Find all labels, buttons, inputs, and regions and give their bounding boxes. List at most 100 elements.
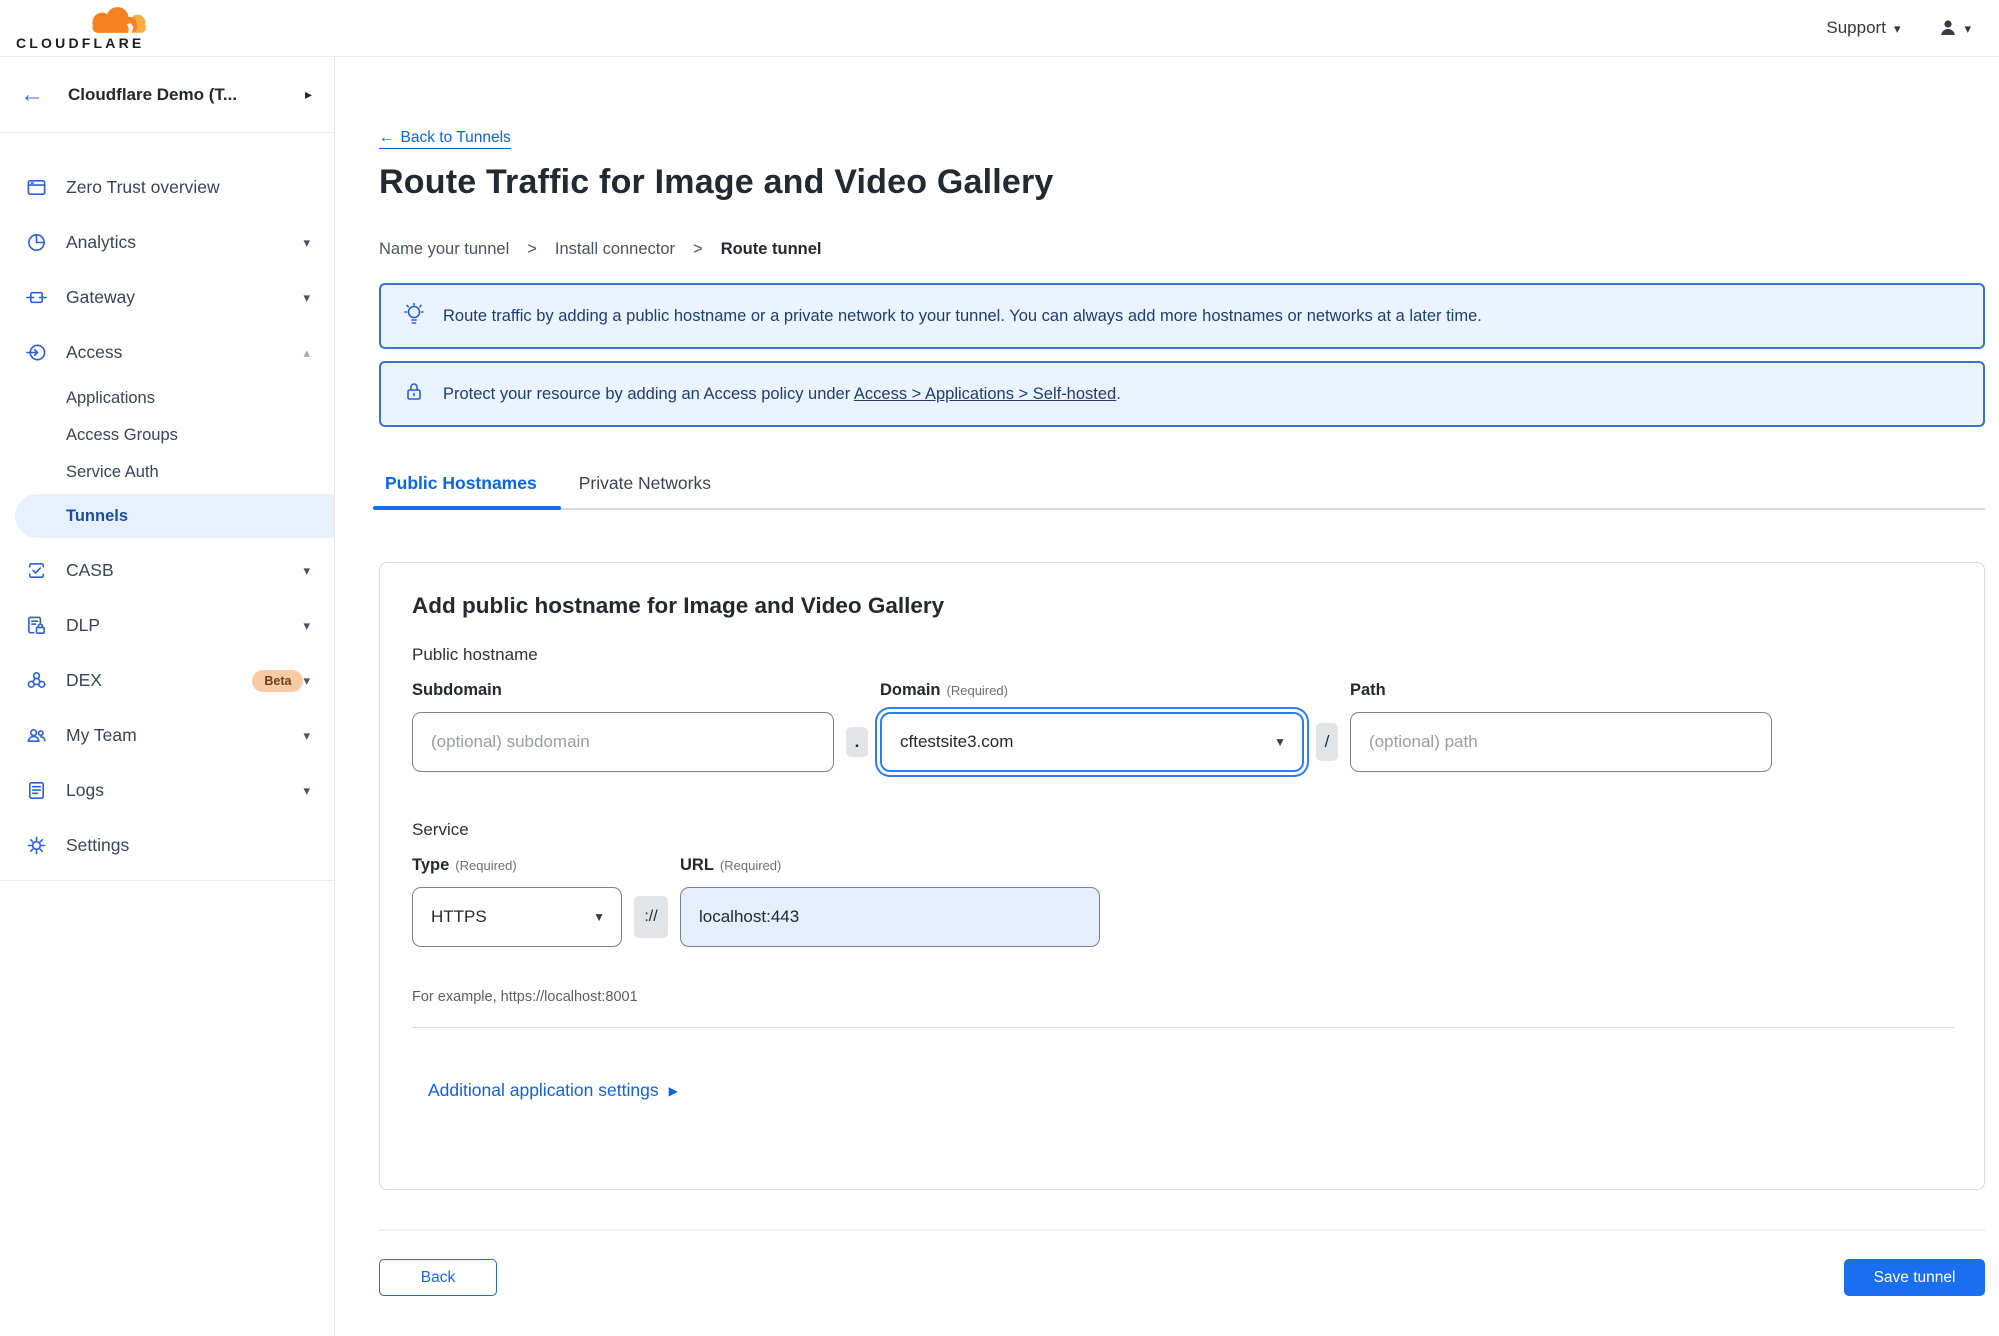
sidebar-item-analytics[interactable]: Analytics ▾ bbox=[0, 215, 334, 270]
sidebar-divider bbox=[0, 880, 334, 881]
public-hostname-section-label: Public hostname bbox=[412, 645, 538, 664]
chevron-down-icon: ▾ bbox=[303, 562, 310, 578]
subdomain-input[interactable] bbox=[412, 712, 834, 772]
tab-public-hostnames[interactable]: Public Hostnames bbox=[373, 473, 561, 510]
chevron-down-icon: ▾ bbox=[303, 672, 310, 688]
dot-separator: . bbox=[846, 727, 868, 757]
support-menu[interactable]: Support ▾ bbox=[1826, 18, 1900, 38]
sidebar-item-label: DEX bbox=[66, 670, 102, 690]
sidebar-item-gateway[interactable]: Gateway ▾ bbox=[0, 270, 334, 325]
required-hint: (Required) bbox=[455, 858, 517, 873]
user-account-menu[interactable]: ▾ bbox=[1938, 18, 1971, 38]
page-title: Route Traffic for Image and Video Galler… bbox=[379, 163, 1054, 201]
service-type-select[interactable]: HTTPS ▼ bbox=[412, 887, 622, 947]
top-nav-right: Support ▾ ▾ bbox=[1826, 18, 1971, 38]
sidebar-subitem-label: Service Auth bbox=[66, 463, 159, 481]
access-policy-banner-text: Protect your resource by adding an Acces… bbox=[443, 384, 1121, 403]
additional-settings-label: Additional application settings bbox=[428, 1080, 659, 1100]
path-input[interactable] bbox=[1350, 712, 1772, 772]
document-lock-icon bbox=[25, 615, 47, 637]
lightbulb-icon bbox=[403, 302, 425, 331]
people-icon bbox=[25, 725, 47, 747]
access-icon bbox=[25, 342, 47, 364]
service-url-input[interactable] bbox=[680, 887, 1100, 947]
chevron-down-icon: ▾ bbox=[1964, 20, 1971, 36]
sidebar-subitem-label: Tunnels bbox=[66, 506, 129, 525]
save-tunnel-button[interactable]: Save tunnel bbox=[1844, 1259, 1985, 1296]
public-hostname-card: Add public hostname for Image and Video … bbox=[379, 562, 1985, 1190]
step-name-your-tunnel[interactable]: Name your tunnel bbox=[379, 240, 509, 259]
required-hint: (Required) bbox=[719, 858, 782, 873]
sidebar-item-logs[interactable]: Logs ▾ bbox=[0, 763, 334, 818]
step-separator: > bbox=[693, 240, 703, 258]
tab-private-networks[interactable]: Private Networks bbox=[573, 473, 717, 508]
app-root: CLOUDFLARE Support ▾ ▾ ← Cloudflare Demo… bbox=[0, 0, 1999, 1336]
sidebar-item-access[interactable]: Access ▴ bbox=[0, 325, 334, 380]
service-field-row: Type (Required) HTTPS ▼ :// URL (Required) bbox=[412, 856, 1952, 947]
service-section-label: Service bbox=[412, 820, 469, 839]
access-policy-link[interactable]: Access > Applications > Self-hosted bbox=[854, 385, 1116, 403]
wizard-steps: Name your tunnel > Install connector > R… bbox=[379, 240, 1985, 259]
chevron-down-icon: ▾ bbox=[303, 289, 310, 305]
sidebar-item-label: DLP bbox=[66, 615, 101, 635]
service-type-value: HTTPS bbox=[431, 907, 487, 926]
cloudflare-logo[interactable]: CLOUDFLARE bbox=[16, 5, 166, 51]
sidebar-subitem-tunnels[interactable]: Tunnels bbox=[15, 494, 334, 538]
domain-field-group: Domain (Required) cftestsite3.com ▼ bbox=[880, 681, 1304, 772]
back-arrow-icon[interactable]: ← bbox=[20, 82, 44, 107]
sidebar-item-label: Logs bbox=[66, 780, 104, 800]
gear-icon bbox=[25, 835, 47, 857]
footer-actions: Back Save tunnel bbox=[379, 1259, 1985, 1296]
chevron-down-icon: ▾ bbox=[1893, 20, 1901, 36]
sidebar-item-casb[interactable]: CASB ▾ bbox=[0, 543, 334, 598]
account-name: Cloudflare Demo (T... bbox=[68, 84, 238, 104]
card-divider bbox=[412, 1027, 1954, 1028]
sidebar-item-dlp[interactable]: DLP ▾ bbox=[0, 598, 334, 653]
sidebar-item-label: Zero Trust overview bbox=[66, 177, 220, 197]
chevron-right-icon[interactable]: ▸ bbox=[305, 86, 312, 103]
chevron-down-icon: ▾ bbox=[303, 782, 310, 798]
domain-select[interactable]: cftestsite3.com ▼ bbox=[880, 712, 1304, 772]
beta-badge: Beta bbox=[252, 669, 304, 692]
sidebar-subitem-applications[interactable]: Applications bbox=[0, 380, 334, 417]
back-link-label: Back to Tunnels bbox=[400, 129, 511, 146]
sidebar-item-settings[interactable]: Settings bbox=[0, 818, 334, 873]
domain-label: Domain (Required) bbox=[880, 681, 1008, 699]
sidebar-subitem-service-auth[interactable]: Service Auth bbox=[0, 454, 334, 491]
back-arrow-icon: ← bbox=[379, 129, 395, 146]
account-header: ← Cloudflare Demo (T... ▸ bbox=[0, 57, 334, 133]
url-example-hint: For example, https://localhost:8001 bbox=[412, 989, 638, 1005]
sidebar-item-label: Settings bbox=[66, 835, 130, 855]
sidebar-item-my-team[interactable]: My Team ▾ bbox=[0, 708, 334, 763]
chevron-down-icon: ▾ bbox=[303, 617, 310, 633]
url-label: URL (Required) bbox=[680, 856, 782, 874]
sidebar-subitem-access-groups[interactable]: Access Groups bbox=[0, 417, 334, 454]
cloudflare-cloud-icon bbox=[92, 7, 146, 33]
back-to-tunnels-link[interactable]: ← Back to Tunnels bbox=[379, 129, 511, 149]
back-button[interactable]: Back bbox=[379, 1259, 497, 1296]
additional-settings-toggle[interactable]: Additional application settings ▶ bbox=[428, 1080, 678, 1101]
pie-chart-icon bbox=[25, 232, 47, 254]
card-heading: Add public hostname for Image and Video … bbox=[412, 593, 945, 618]
support-label: Support bbox=[1826, 18, 1886, 37]
window-icon bbox=[25, 177, 47, 199]
required-hint: (Required) bbox=[946, 683, 1008, 698]
user-icon bbox=[1941, 20, 1956, 35]
gateway-icon bbox=[25, 287, 47, 309]
scheme-separator: :// bbox=[634, 896, 668, 938]
sidebar-item-zero-trust-overview[interactable]: Zero Trust overview bbox=[0, 160, 334, 215]
step-install-connector[interactable]: Install connector bbox=[555, 240, 675, 259]
sidebar-subitem-label: Access Groups bbox=[66, 426, 178, 444]
casb-icon bbox=[25, 560, 47, 582]
sidebar-item-dex[interactable]: DEX Beta ▾ bbox=[0, 653, 334, 708]
slash-separator: / bbox=[1316, 723, 1338, 761]
sidebar-item-label: CASB bbox=[66, 560, 114, 580]
sidebar-subitem-label: Applications bbox=[66, 389, 155, 407]
tip-banner-text: Route traffic by adding a public hostnam… bbox=[443, 306, 1482, 325]
step-route-tunnel: Route tunnel bbox=[720, 240, 822, 258]
access-policy-banner: Protect your resource by adding an Acces… bbox=[379, 361, 1985, 427]
chevron-down-icon: ▾ bbox=[303, 234, 310, 250]
top-nav: CLOUDFLARE Support ▾ ▾ bbox=[0, 0, 1999, 57]
sidebar-item-label: Gateway bbox=[66, 287, 136, 307]
brand-wordmark: CLOUDFLARE bbox=[16, 35, 145, 51]
